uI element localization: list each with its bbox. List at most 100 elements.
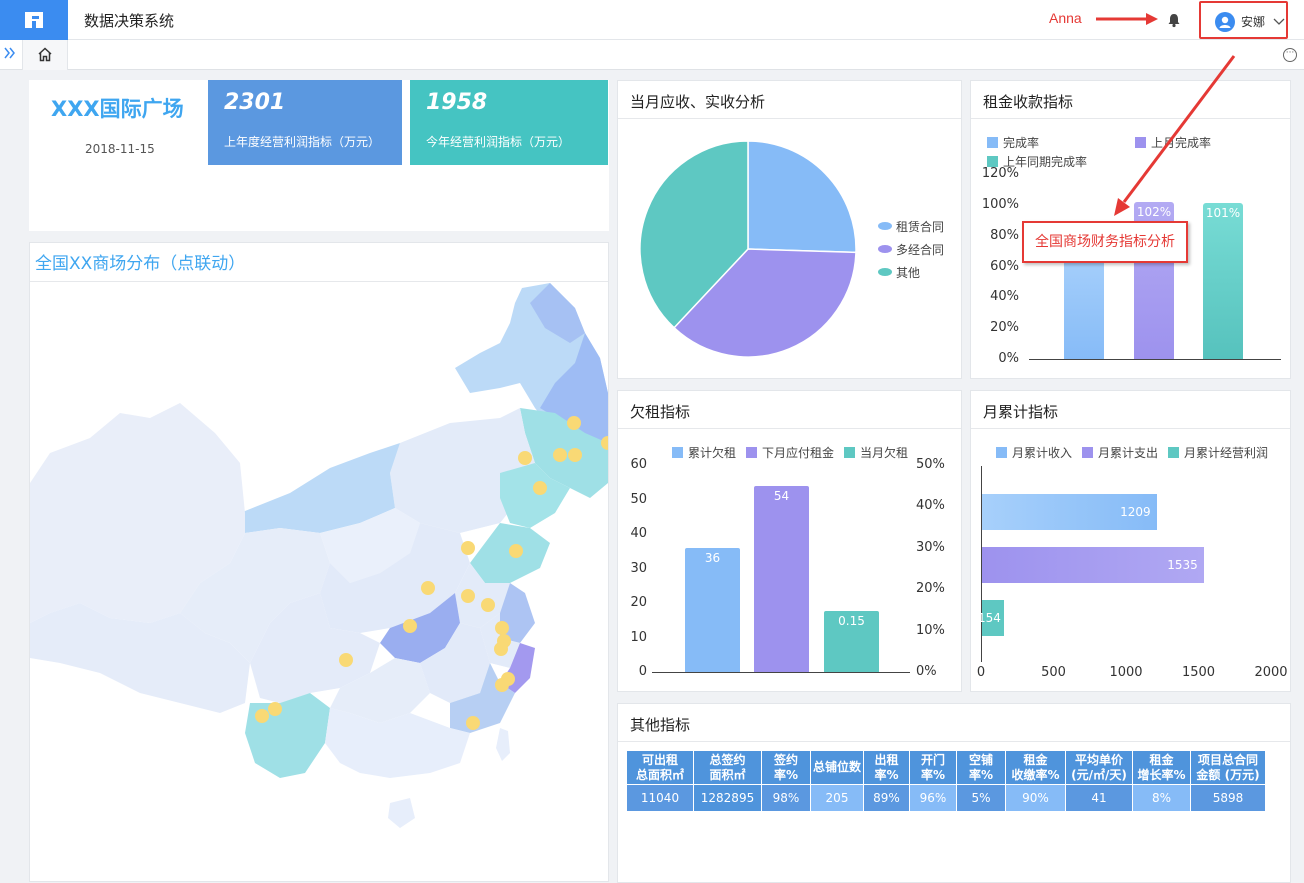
top-bar: 数据决策系统 Anna 安娜 [0,0,1304,40]
axis-tick-label: 60% [990,258,1019,274]
table-header-cell[interactable]: 可出租 总面积㎡ [626,750,694,785]
plaza-name: XXX国际广场 [51,97,184,121]
axis-tick-label: 20% [916,581,945,597]
table-cell: 89% [863,784,910,812]
divider [618,741,1290,742]
x-axis [1029,359,1281,360]
table-cell: 1282895 [693,784,762,812]
tab-home[interactable] [22,40,68,70]
legend-item[interactable]: 完成率 [987,134,1039,151]
kpi-card-this-year[interactable]: 1958 今年经营利润指标（万元） [410,80,608,165]
table-row[interactable]: 11040 1282895 98% 205 89% 96% 5% 90% 41 8% 5898 [626,784,1266,812]
user-icon [1215,12,1235,32]
table-header-cell[interactable]: 签约 率% [761,750,811,785]
table-header-cell[interactable]: 空铺 率% [956,750,1006,785]
panel-title: 其他指标 [630,716,691,734]
table-cell: 205 [810,784,864,812]
callout-label: 全国商场财务指标分析 [1022,221,1188,263]
axis-tick-label: 120% [981,166,1019,181]
table-cell: 90% [1005,784,1066,812]
monthly-cumulative-panel: 月累计指标 月累计收入 月累计支出 月累计经营利润 1209 1535 154 … [970,390,1291,692]
axis-tick-label: 40% [916,498,945,514]
axis-tick-label: 0 [976,665,986,680]
axis-tick-label: 30% [916,539,945,555]
indicators-table: 可出租 总面积㎡ 总签约 面积㎡ 签约 率% 总铺位数 出租 率% 开门 率% 空铺 率% 租金 收缴率% 平… [626,750,1266,812]
map-region-yunnan[interactable] [245,693,330,778]
legend-item[interactable]: 其他 [878,264,920,281]
arrears-panel: 欠租指标 累计欠租 下月应付租金 当月欠租 36 54 0.15 0 10 20 30… [617,390,962,692]
bar-data-label: 1535 [1167,558,1198,572]
other-indicators-panel: 其他指标 可出租 总面积㎡ 总签约 面积㎡ 签约 率% 总铺位数 出租 率% 开门 率% 空铺 率% 租金… [617,703,1291,883]
app-title: 数据决策系统 [84,12,175,30]
panel-title: 当月应收、实收分析 [630,93,766,111]
axis-tick-label: 10 [630,629,647,645]
legend-item[interactable]: 租赁合同 [878,218,944,235]
pie-slice[interactable] [747,140,857,254]
table-header-cell[interactable]: 开门 率% [909,750,957,785]
legend-item[interactable]: 累计欠租 [672,444,736,461]
table-header-cell[interactable]: 项目总合同 金额 (万元) [1190,750,1266,785]
axis-tick-label: 500 [1041,665,1066,680]
axis-tick-label: 1500 [1181,665,1216,680]
bar-data-label: 1209 [1120,505,1151,519]
table-header-cell[interactable]: 平均单价 (元/㎡/天) [1065,750,1133,785]
panel-title: 欠租指标 [630,403,691,421]
legend-item[interactable]: 月累计支出 [1082,444,1158,461]
kpi-label: 上年度经营利润指标（万元） [224,135,381,149]
double-chevron-icon[interactable] [4,47,16,63]
axis-tick-label: 80% [990,227,1019,243]
china-map[interactable] [30,283,608,881]
axis-tick-label: 100% [981,196,1019,212]
map-region-hainan[interactable] [388,798,415,828]
axis-tick-label: 0% [916,664,937,679]
map-region-taiwan[interactable] [496,728,510,761]
axis-tick-label: 10% [916,622,945,638]
logo-icon[interactable] [0,0,68,40]
kpi-value: 1958 [426,90,488,115]
axis-tick-label: 0 [638,664,647,679]
user-menu[interactable]: 安娜 [1199,1,1288,39]
map-panel: 全国XX商场分布（点联动） [29,242,609,882]
receivable-panel: 当月应收、实收分析 租赁合同 多经合同 其他 [617,80,962,379]
legend-item[interactable]: 月累计经营利润 [1168,444,1268,461]
bar-completion-rate[interactable] [1064,251,1104,359]
kpi-card-last-year[interactable]: 2301 上年度经营利润指标（万元） [208,80,402,165]
legend-item[interactable]: 多经合同 [878,241,944,258]
annotation-label: Anna [1049,10,1082,26]
more-icon[interactable]: ··· [1283,48,1297,62]
axis-tick-label: 60 [630,457,647,472]
table-cell: 96% [909,784,957,812]
table-cell: 5898 [1190,784,1266,812]
axis-tick-label: 40% [990,289,1019,305]
kpi-label: 今年经营利润指标（万元） [426,135,571,149]
legend-item[interactable]: 月累计收入 [996,444,1072,461]
bar-data-label: 0.15 [838,614,865,628]
chevron-down-icon [1273,18,1285,25]
axis-tick-label: 40 [630,526,647,541]
axis-tick-label: 2000 [1254,665,1288,680]
axis-tick-label: 20 [630,595,647,610]
kpi-value: 2301 [224,90,286,115]
table-header-cell[interactable]: 总铺位数 [810,750,864,785]
table-cell: 8% [1132,784,1191,812]
bar-last-year-rate[interactable] [1203,203,1243,359]
axis-tick-label: 0% [998,351,1019,366]
bell-icon[interactable] [1166,12,1182,28]
table-header-cell[interactable]: 总签约 面积㎡ [693,750,762,785]
axis-tick-label: 50 [630,491,647,507]
table-header-cell[interactable]: 租金 收缴率% [1005,750,1066,785]
legend-item[interactable]: 当月欠租 [844,444,908,461]
table-header-cell[interactable]: 租金 增长率% [1132,750,1191,785]
annotation-arrow [1096,13,1158,25]
bar-accumulated-arrears[interactable] [685,547,740,672]
panel-title: 租金收款指标 [983,93,1074,111]
divider [618,428,961,429]
axis-tick-label: 20% [990,320,1019,336]
table-header-cell[interactable]: 出租 率% [863,750,910,785]
map-region-guangdong[interactable] [325,708,470,778]
legend-item[interactable]: 下月应付租金 [746,444,834,461]
summary-panel: XXX国际广场 2018-11-15 2301 上年度经营利润指标（万元） 19… [29,80,609,231]
home-icon [38,47,52,62]
x-axis [652,672,910,673]
bar-next-month-rent[interactable] [754,485,809,672]
